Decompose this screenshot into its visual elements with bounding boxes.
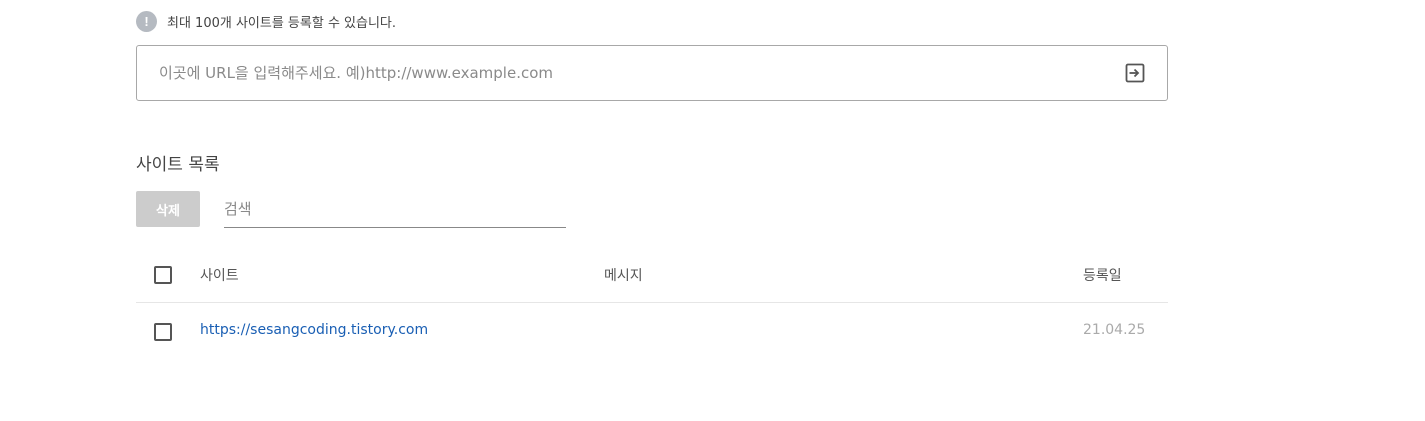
url-input[interactable] bbox=[159, 64, 1123, 82]
search-field bbox=[224, 192, 566, 228]
select-all-checkbox[interactable] bbox=[154, 266, 172, 284]
url-input-box bbox=[136, 45, 1168, 101]
delete-button[interactable]: 삭제 bbox=[136, 191, 200, 227]
exclamation-icon: ! bbox=[136, 10, 157, 32]
notice: ! 최대 100개 사이트를 등록할 수 있습니다. bbox=[136, 10, 396, 32]
site-link[interactable]: https://sesangcoding.tistory.com bbox=[200, 322, 428, 338]
column-header-site: 사이트 bbox=[200, 268, 239, 284]
column-header-message: 메시지 bbox=[604, 268, 643, 284]
row-date: 21.04.25 bbox=[1083, 322, 1146, 338]
enter-icon[interactable] bbox=[1123, 61, 1147, 85]
notice-text: 최대 100개 사이트를 등록할 수 있습니다. bbox=[167, 15, 397, 31]
table-row: https://sesangcoding.tistory.com 21.04.2… bbox=[136, 303, 1168, 359]
table-header: 사이트 메시지 등록일 bbox=[136, 250, 1168, 303]
site-list-title: 사이트 목록 bbox=[136, 155, 220, 175]
column-header-date: 등록일 bbox=[1083, 268, 1122, 284]
site-table: 사이트 메시지 등록일 https://sesangcoding.tistory… bbox=[136, 250, 1168, 359]
search-input[interactable] bbox=[224, 192, 566, 226]
row-checkbox[interactable] bbox=[154, 323, 172, 341]
